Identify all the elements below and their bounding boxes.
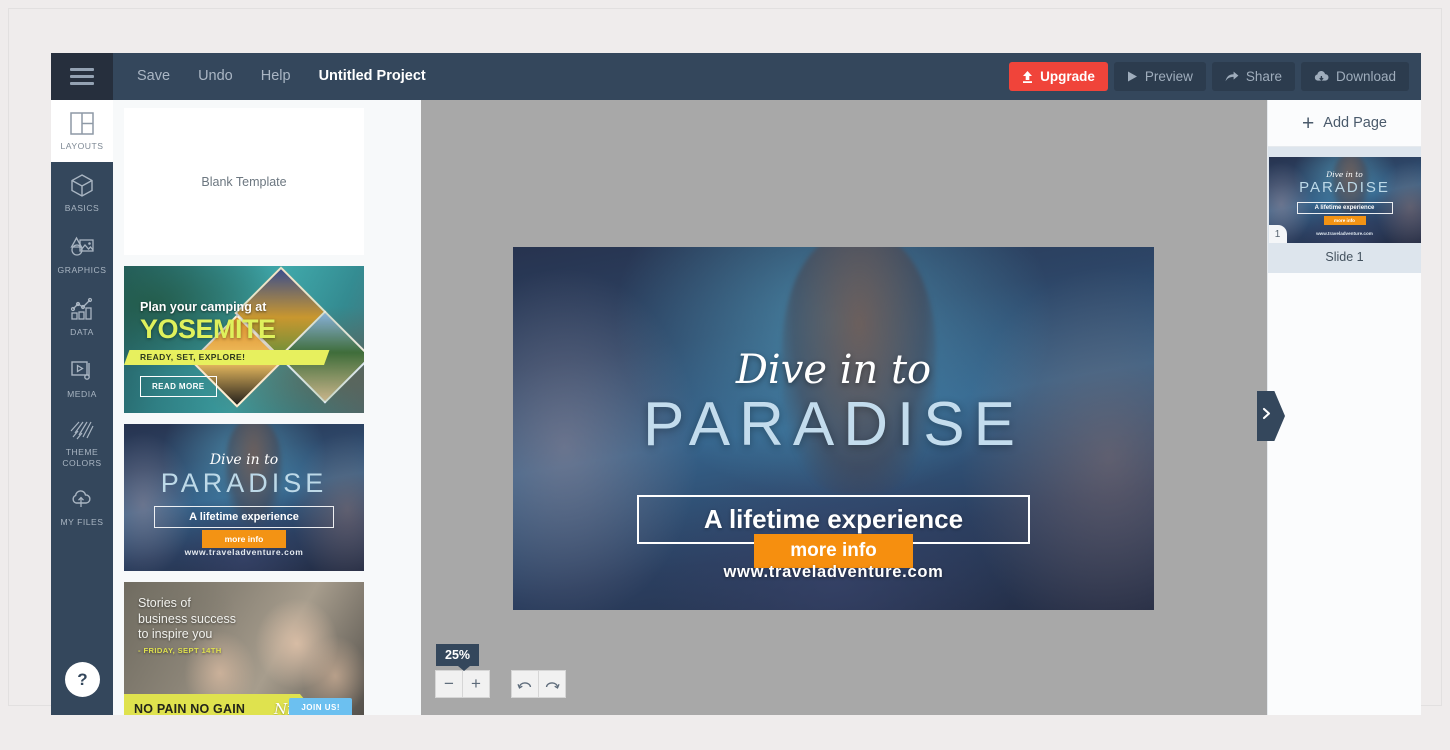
menu-item-save[interactable]: Save: [123, 53, 184, 100]
yosemite-line1: Plan your camping at: [140, 300, 267, 314]
slide-label: Slide 1: [1325, 250, 1364, 264]
paradise-script: Dive in to: [209, 452, 279, 468]
zoom-controls: 25% − +: [435, 644, 490, 698]
template-panel[interactable]: Blank Template Plan your camping at YOSE…: [113, 100, 421, 715]
application-window: Save Undo Help Untitled Project Upgrade …: [51, 53, 1421, 715]
canvas-controls: 25% − +: [435, 644, 566, 698]
menu-item-help[interactable]: Help: [247, 53, 305, 100]
undo-button[interactable]: [511, 670, 539, 698]
menu-item-undo[interactable]: Undo: [184, 53, 247, 100]
toolbar-actions: Upgrade Preview Share Download: [1009, 62, 1421, 91]
yosemite-band-text: READY, SET, EXPLORE!: [140, 352, 246, 362]
business-headline: Stories of business success to inspire y…: [138, 596, 236, 641]
business-date: - FRIDAY, SEPT 14TH: [138, 646, 222, 655]
slide-list-item[interactable]: Dive in to PARADISE A lifetime experienc…: [1268, 147, 1421, 273]
paradise-subtitle: A lifetime experience: [154, 506, 334, 528]
template-paradise[interactable]: Dive in to PARADISE A lifetime experienc…: [124, 424, 364, 571]
upgrade-label: Upgrade: [1040, 69, 1095, 84]
sidebar-label-my-files: MY FILES: [60, 516, 104, 527]
help-button[interactable]: ?: [65, 662, 100, 697]
yosemite-title: YOSEMITE: [140, 314, 276, 344]
project-title[interactable]: Untitled Project: [305, 53, 440, 100]
sidebar-item-layouts[interactable]: LAYOUTS: [51, 100, 113, 162]
left-icon-rail: LAYOUTS BASICS GRAPHICS DATA MEDIA THEME…: [51, 100, 113, 715]
canvas-banner[interactable]: Dive in to PARADISE A lifetime experienc…: [513, 247, 1154, 610]
template-yosemite[interactable]: Plan your camping at YOSEMITE READY, SET…: [124, 266, 364, 413]
sidebar-label-basics: BASICS: [64, 202, 100, 213]
undo-arrow-icon: [517, 678, 533, 691]
sidebar-label-theme-media: MEDIA: [67, 388, 97, 399]
layouts-icon: [69, 111, 95, 136]
sidebar-item-data[interactable]: DATA: [51, 286, 113, 348]
sidebar-label-graphics: GRAPHICS: [57, 264, 107, 275]
redo-button[interactable]: [538, 670, 566, 698]
slide-cta: more info: [1323, 216, 1366, 225]
template-blank[interactable]: Blank Template: [124, 108, 364, 255]
banner-script-text[interactable]: Dive in to: [513, 347, 1154, 393]
page-frame: Save Undo Help Untitled Project Upgrade …: [8, 8, 1442, 715]
banner-url[interactable]: www.traveladventure.com: [513, 563, 1154, 582]
template-business[interactable]: Stories of business success to inspire y…: [124, 582, 364, 715]
slide-script: Dive in to: [1326, 170, 1363, 179]
canvas-area[interactable]: Dive in to PARADISE A lifetime experienc…: [421, 100, 1267, 715]
sidebar-item-my-files[interactable]: MY FILES: [51, 476, 113, 538]
cloud-upload-icon: [69, 487, 95, 512]
zoom-level-badge: 25%: [436, 644, 480, 671]
business-band-text: NO PAIN NO GAIN: [134, 702, 246, 715]
slide-thumbnail[interactable]: Dive in to PARADISE A lifetime experienc…: [1268, 157, 1421, 243]
plus-icon: +: [1302, 111, 1315, 135]
download-button[interactable]: Download: [1300, 62, 1409, 91]
sidebar-item-media[interactable]: MEDIA: [51, 348, 113, 410]
add-page-button[interactable]: + Add Page: [1268, 100, 1421, 147]
redo-arrow-icon: [544, 678, 560, 691]
share-label: Share: [1245, 69, 1282, 84]
cloud-download-icon: [1314, 71, 1329, 82]
sidebar-item-graphics[interactable]: GRAPHICS: [51, 224, 113, 286]
play-icon: [1127, 71, 1138, 82]
upgrade-button[interactable]: Upgrade: [1009, 62, 1108, 91]
yosemite-read-more-button: READ MORE: [140, 376, 217, 397]
sidebar-item-basics[interactable]: BASICS: [51, 162, 113, 224]
zoom-in-button[interactable]: +: [462, 670, 490, 698]
preview-button[interactable]: Preview: [1113, 62, 1206, 91]
hamburger-icon: [70, 68, 94, 85]
preview-label: Preview: [1144, 69, 1193, 84]
download-label: Download: [1335, 69, 1396, 84]
history-controls: [511, 670, 566, 698]
share-button[interactable]: Share: [1211, 62, 1295, 91]
top-toolbar: Save Undo Help Untitled Project Upgrade …: [51, 53, 1421, 100]
share-arrow-icon: [1225, 71, 1239, 82]
hamburger-menu-button[interactable]: [51, 53, 113, 100]
zoom-out-button[interactable]: −: [435, 670, 463, 698]
upload-arrow-icon: [1022, 70, 1033, 83]
paradise-title: PARADISE: [160, 468, 328, 498]
paradise-cta: more info: [202, 530, 286, 548]
slide-subtitle: A lifetime experience: [1296, 202, 1393, 214]
pages-panel: + Add Page Dive in to PARADISE A lifetim…: [1267, 100, 1421, 715]
banner-title[interactable]: PARADISE: [513, 389, 1154, 460]
chart-icon: [69, 297, 95, 322]
cube-icon: [69, 173, 95, 198]
template-blank-label: Blank Template: [201, 174, 287, 189]
chevron-right-icon: [1261, 407, 1272, 425]
graphics-icon: [69, 235, 95, 260]
sidebar-label-layouts: LAYOUTS: [60, 140, 104, 151]
sidebar-label-data: DATA: [70, 326, 94, 337]
media-player-icon: [69, 359, 95, 384]
paradise-url: www.traveladventure.com: [184, 547, 304, 557]
hatch-lines-icon: [69, 417, 95, 442]
add-page-label: Add Page: [1323, 115, 1387, 131]
sidebar-label-theme-colors: THEME COLORS: [62, 447, 102, 468]
slide-url: www.traveladventure.com: [1316, 231, 1373, 236]
slide-title: PARADISE: [1299, 179, 1390, 196]
sidebar-item-theme-colors[interactable]: THEME COLORS: [51, 410, 113, 476]
slide-number-badge: 1: [1268, 225, 1287, 243]
business-join-button: JOIN US!: [289, 698, 352, 715]
